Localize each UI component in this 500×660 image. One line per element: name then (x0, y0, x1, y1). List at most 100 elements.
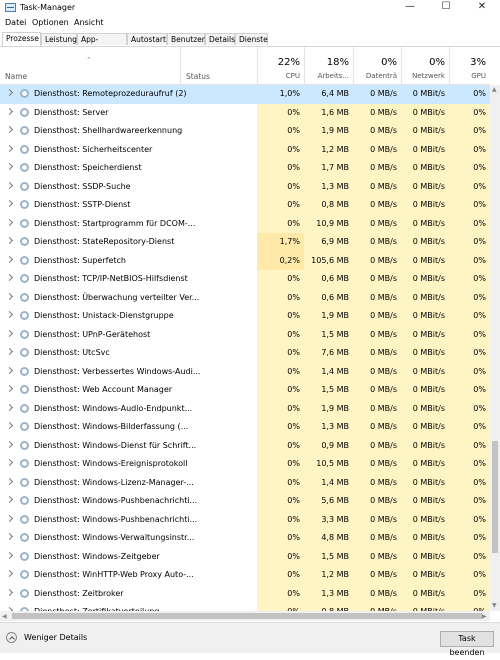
expand-chevron-icon[interactable] (5, 292, 14, 300)
process-row[interactable]: Diensthost: Zertifikatverteilung0%0,8 MB… (0, 603, 490, 611)
process-row[interactable]: Diensthost: Startprogramm für DCOM-... 0%… (0, 214, 490, 233)
expand-chevron-icon[interactable] (5, 551, 14, 559)
process-row[interactable]: Diensthost: UtcSvc 0% 7,6 MB 0 MB/s 0 MBit/s… (0, 344, 490, 363)
expand-chevron-icon[interactable] (5, 477, 14, 485)
process-row[interactable]: Diensthost: Windows-Pushbenachrichti... 0… (0, 492, 490, 511)
tab-prozesse[interactable]: Prozesse (2, 32, 41, 46)
expand-chevron-icon[interactable] (5, 588, 14, 596)
disk-value: 0 MB/s (353, 251, 401, 270)
process-row[interactable]: Diensthost: Windows-Ereignisprotokoll 0% 1… (0, 455, 490, 474)
process-row[interactable]: Diensthost: Superfetch 0,2% 105,6 MB 0 MB/s… (0, 251, 490, 270)
menu-ansicht[interactable]: Ansicht (74, 18, 104, 27)
column-disk[interactable]: 0% Datenträ (354, 47, 401, 84)
process-row[interactable]: Diensthost: Unistack-Dienstgruppe 0% 1,9 M… (0, 307, 490, 326)
expand-chevron-icon[interactable] (5, 458, 14, 467)
expand-chevron-icon[interactable] (5, 199, 14, 208)
horizontal-scroll-thumb[interactable] (12, 613, 482, 619)
expand-chevron-icon[interactable] (5, 384, 14, 393)
process-row[interactable]: Diensthost: UPnP-Gerätehost 0% 1,5 MB 0 MB/… (0, 325, 490, 344)
memory-value: 1,3 MB (304, 418, 353, 437)
scroll-thumb[interactable] (492, 441, 498, 553)
expand-chevron-icon[interactable] (5, 273, 14, 282)
expand-chevron-icon[interactable] (5, 88, 14, 97)
process-row[interactable]: Diensthost: Überwachung verteilter Ver..… (0, 288, 490, 307)
expand-chevron-icon[interactable] (5, 125, 14, 134)
scroll-up-icon[interactable]: ▲ (492, 86, 497, 93)
expand-chevron-icon[interactable] (5, 495, 14, 504)
process-row[interactable]: Diensthost: SSTP-Dienst 0% 0,8 MB 0 MB/s 0 M… (0, 196, 490, 215)
expand-chevron-icon[interactable] (5, 236, 14, 245)
column-name[interactable]: ⌃ Name (0, 47, 180, 84)
tab-app-verlauf[interactable]: App-Verlauf (77, 33, 127, 56)
service-gear-icon (20, 218, 29, 228)
service-gear-icon (20, 385, 29, 394)
expand-chevron-icon[interactable] (5, 366, 14, 374)
memory-value: 6,4 MB (304, 85, 353, 104)
collapse-icon[interactable] (6, 632, 17, 643)
process-row[interactable]: Diensthost: Windows-Lizenz-Manager-... 0%… (0, 473, 490, 492)
process-row[interactable]: Diensthost: Shellhardwareerkennung 0% 1,9 … (0, 122, 490, 141)
column-gpu[interactable]: 3% GPU (450, 47, 490, 84)
scroll-down-icon[interactable]: ▼ (492, 602, 497, 609)
process-name: Diensthost: TCP/IP-NetBIOS-Hilfsdienst (34, 274, 188, 283)
process-row[interactable]: Diensthost: Web Account Manager 0% 1,5 MB 0… (0, 381, 490, 400)
close-button[interactable]: ✕ (464, 0, 500, 16)
process-row[interactable]: Diensthost: Speicherdienst 0% 1,7 MB 0 MB/s… (0, 159, 490, 178)
process-row[interactable]: Diensthost: Verbessertes Windows-Audi...… (0, 362, 490, 381)
service-gear-icon (20, 311, 29, 320)
process-row[interactable]: Diensthost: Windows-Audio-Endpunkt... 0% 1… (0, 399, 490, 418)
tab-leistung[interactable]: Leistung (41, 33, 77, 45)
expand-chevron-icon[interactable] (5, 569, 14, 578)
minimize-button[interactable]: — (392, 0, 428, 16)
expand-chevron-icon[interactable] (5, 107, 14, 115)
expand-chevron-icon[interactable] (5, 255, 14, 263)
tab-benutzer[interactable]: Benutzer (167, 33, 205, 45)
process-row[interactable]: Diensthost: Windows-Dienst für Schrift..… (0, 436, 490, 455)
expand-chevron-icon[interactable] (5, 532, 14, 541)
column-cpu[interactable]: 22% CPU (258, 47, 304, 84)
process-row[interactable]: Diensthost: Remoteprozeduraufruf (2) 1,0%… (0, 85, 490, 104)
tab-autostart[interactable]: Autostart (127, 33, 167, 45)
expand-chevron-icon[interactable] (5, 403, 14, 411)
expand-chevron-icon[interactable] (5, 440, 14, 448)
gpu-value: 0% (449, 381, 490, 400)
process-row[interactable]: Diensthost: Windows-Bilderfassung (... 0%… (0, 418, 490, 437)
expand-chevron-icon[interactable] (5, 181, 14, 189)
expand-chevron-icon[interactable] (5, 514, 14, 522)
column-status[interactable]: Status (181, 47, 257, 84)
process-row[interactable]: Diensthost: SSDP-Suche 0% 1,3 MB 0 MB/s 0 MB… (0, 177, 490, 196)
process-row[interactable]: Diensthost: WinHTTP-Web Proxy Auto-... 0%… (0, 566, 490, 585)
tab-dienste[interactable]: Dienste (235, 33, 268, 45)
scroll-right-icon[interactable]: ▶ (482, 613, 487, 620)
vertical-scrollbar[interactable]: ▲ ▼ (490, 85, 500, 611)
network-value: 0 MBit/s (401, 325, 449, 344)
column-network[interactable]: 0% Netzwerk (402, 47, 449, 84)
process-name: Diensthost: Windows-Zeitgeber (34, 551, 160, 561)
process-row[interactable]: Diensthost: Zeitbroker 0% 1,3 MB 0 MB/s 0 MB… (0, 584, 490, 603)
process-row[interactable]: Diensthost: Server 0% 1,6 MB 0 MB/s 0 MBit/s… (0, 103, 490, 122)
fewer-details-link[interactable]: Weniger Details (24, 633, 87, 642)
process-row[interactable]: Diensthost: Windows-Zeitgeber 0% 1,5 MB 0 M… (0, 547, 490, 566)
column-memory[interactable]: 18% Arbeits... (305, 47, 353, 84)
service-gear-icon (20, 570, 29, 579)
process-row[interactable]: Diensthost: Sicherheitscenter 0% 1,2 MB 0 M… (0, 140, 490, 159)
process-row[interactable]: Diensthost: TCP/IP-NetBIOS-Hilfsdienst 0%… (0, 270, 490, 289)
expand-chevron-icon[interactable] (5, 144, 14, 152)
memory-value: 5,6 MB (304, 492, 353, 511)
maximize-button[interactable]: ☐ (428, 0, 464, 16)
expand-chevron-icon[interactable] (5, 218, 14, 226)
scroll-left-icon[interactable]: ◀ (2, 613, 7, 620)
expand-chevron-icon[interactable] (5, 421, 14, 430)
process-row[interactable]: Diensthost: StateRepository-Dienst 1,7% 6,… (0, 233, 490, 252)
expand-chevron-icon[interactable] (5, 347, 14, 356)
end-task-button[interactable]: Task beenden (440, 631, 494, 657)
expand-chevron-icon[interactable] (5, 310, 14, 319)
tab-details[interactable]: Details (205, 33, 235, 45)
expand-chevron-icon[interactable] (5, 329, 14, 337)
menu-datei[interactable]: Datei (5, 18, 26, 27)
expand-chevron-icon[interactable] (5, 162, 14, 171)
horizontal-scrollbar[interactable]: ◀ ▶ (0, 611, 490, 621)
process-row[interactable]: Diensthost: Windows-Pushbenachrichti... 0… (0, 510, 490, 529)
process-row[interactable]: Diensthost: Windows-Verwaltungsinstr... 0… (0, 529, 490, 548)
menu-optionen[interactable]: Optionen (32, 18, 69, 27)
